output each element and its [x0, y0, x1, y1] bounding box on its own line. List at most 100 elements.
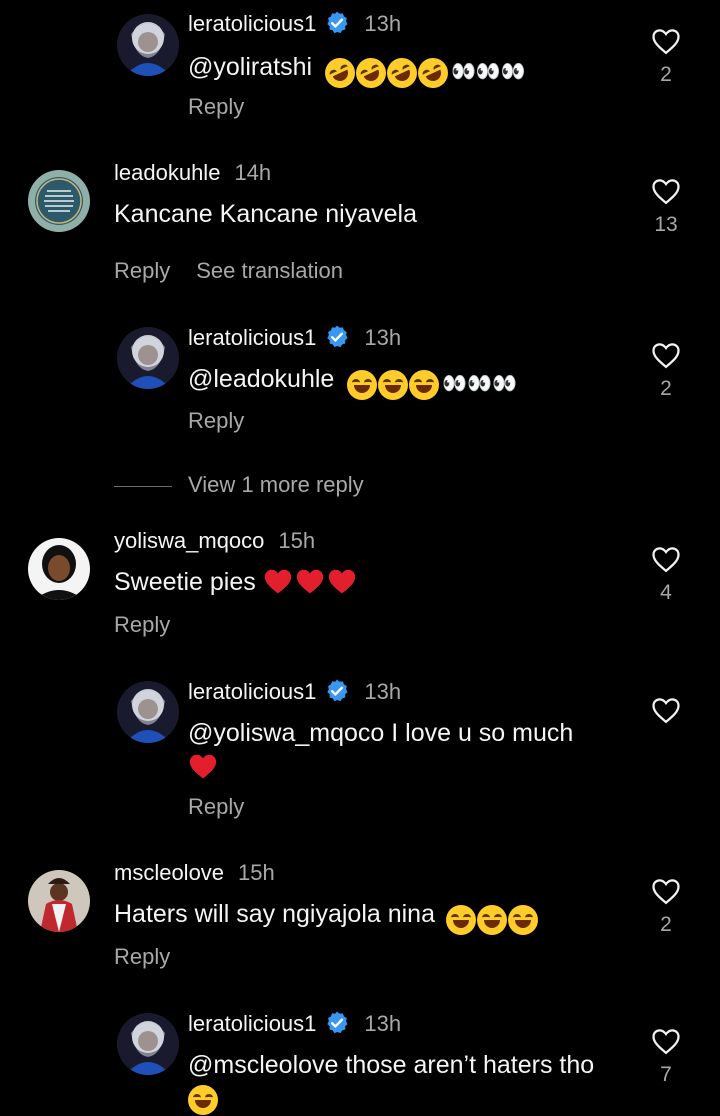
tears-of-joy-emoji-icon	[378, 370, 409, 401]
verified-badge-icon	[324, 1010, 350, 1036]
comment-header: leratolicious1 13h	[188, 678, 401, 705]
timestamp: 14h	[234, 160, 272, 185]
timestamp: 13h	[364, 11, 402, 36]
username[interactable]: leratolicious1	[188, 1011, 316, 1036]
like-count: 13	[654, 213, 678, 236]
like-control: 4	[646, 545, 686, 605]
reply-button[interactable]: Reply	[188, 408, 244, 433]
like-control: 2	[646, 877, 686, 937]
comment-header: mscleolove 15h	[114, 860, 275, 886]
comment-text: @yoliratshi 👀👀👀	[188, 50, 526, 94]
tears-of-joy-emoji-icon	[188, 1085, 218, 1116]
username[interactable]: leratolicious1	[188, 679, 316, 704]
like-control: 2	[646, 27, 686, 87]
heart-outline-icon[interactable]	[651, 341, 681, 369]
comment-body: those aren’t haters tho	[338, 1051, 595, 1079]
username[interactable]: leratolicious1	[188, 11, 316, 36]
like-control: 2	[646, 341, 686, 401]
mention-link[interactable]: @leadokuhle	[188, 365, 334, 393]
comment-text: @mscleolove those aren’t haters tho	[188, 1048, 638, 1116]
reply-button[interactable]: Reply	[114, 944, 170, 969]
username[interactable]: leratolicious1	[188, 325, 316, 350]
comment-body: Haters will say ngiyajola nina	[114, 900, 435, 928]
emoji-sequence	[445, 902, 539, 936]
reply-button[interactable]: Reply	[114, 258, 170, 283]
emoji-sequence: 👀👀👀	[320, 53, 526, 94]
like-count: 2	[660, 913, 672, 936]
divider	[114, 485, 172, 487]
like-count: 2	[660, 63, 672, 86]
rofl-emoji-icon	[413, 53, 453, 94]
heart-outline-icon[interactable]	[651, 877, 681, 905]
heart-outline-icon[interactable]	[651, 1027, 681, 1055]
username[interactable]: yoliswa_mqoco	[114, 528, 264, 553]
avatar[interactable]	[28, 538, 90, 600]
comment-text: Haters will say ngiyajola nina	[114, 897, 539, 936]
rofl-emoji-icon	[320, 53, 360, 94]
comment-header: yoliswa_mqoco 15h	[114, 528, 315, 554]
heart-outline-icon[interactable]	[651, 27, 681, 55]
view-more-replies-button[interactable]: View 1 more reply	[114, 472, 364, 498]
comment-header: leratolicious1 13h	[188, 324, 401, 351]
heart-outline-icon[interactable]	[651, 696, 681, 724]
red-heart-emoji-icon	[327, 566, 357, 596]
avatar[interactable]	[117, 327, 179, 389]
eyes-emoji-icon: 👀👀👀	[442, 373, 517, 395]
reply-button[interactable]: Reply	[188, 794, 244, 819]
tears-of-joy-emoji-icon	[347, 370, 378, 401]
heart-outline-icon[interactable]	[651, 545, 681, 573]
eyes-emoji-icon: 👀👀👀	[450, 61, 526, 83]
view-more-label: View 1 more reply	[188, 472, 364, 497]
comment-header: leratolicious1 13h	[188, 10, 401, 37]
rofl-emoji-icon	[351, 53, 391, 94]
mention-link[interactable]: @yoliratshi	[188, 53, 312, 81]
comment-text: Kancane Kancane niyavela	[114, 200, 418, 228]
like-control: 13	[646, 177, 686, 237]
comment-actions: Reply	[114, 612, 196, 638]
comment-actions: Reply	[188, 94, 270, 120]
like-count: 7	[660, 1063, 672, 1086]
red-heart-emoji-icon	[263, 566, 293, 596]
like-control: 7	[646, 1027, 686, 1087]
avatar[interactable]	[28, 170, 90, 232]
comment-actions: Reply	[114, 944, 196, 970]
avatar[interactable]	[117, 14, 179, 76]
verified-badge-icon	[324, 10, 350, 36]
like-count: 2	[660, 377, 672, 400]
avatar[interactable]	[117, 1013, 179, 1075]
timestamp: 13h	[364, 1011, 402, 1036]
timestamp: 15h	[238, 860, 275, 885]
see-translation-button[interactable]: See translation	[196, 258, 343, 283]
comment-body: Sweetie pies	[114, 568, 256, 596]
comment-text: Sweetie pies	[114, 565, 359, 599]
like-count: 4	[660, 581, 672, 604]
username[interactable]: leadokuhle	[114, 160, 220, 185]
comment-text: @leadokuhle 👀👀👀	[188, 362, 517, 401]
comment-actions: Reply See translation	[114, 258, 369, 284]
tears-of-joy-emoji-icon	[507, 905, 538, 936]
verified-badge-icon	[324, 324, 350, 350]
verified-badge-icon	[324, 678, 350, 704]
comment-header: leadokuhle 14h	[114, 160, 271, 186]
heart-outline-icon[interactable]	[651, 177, 681, 205]
timestamp: 13h	[364, 325, 402, 350]
username[interactable]: mscleolove	[114, 860, 224, 885]
comment-actions: Reply	[188, 794, 270, 820]
emoji-sequence: 👀👀👀	[347, 367, 517, 401]
red-heart-emoji-icon	[295, 566, 325, 596]
timestamp: 15h	[278, 528, 316, 553]
comment-header: leratolicious1 13h	[188, 1010, 401, 1037]
tears-of-joy-emoji-icon	[476, 905, 507, 936]
comment-text: @yoliswa_mqoco I love u so much	[188, 716, 628, 784]
timestamp: 13h	[364, 679, 402, 704]
avatar[interactable]	[28, 870, 90, 932]
mention-link[interactable]: @yoliswa_mqoco	[188, 719, 384, 747]
mention-link[interactable]: @mscleolove	[188, 1051, 338, 1079]
tears-of-joy-emoji-icon	[409, 370, 440, 401]
avatar[interactable]	[117, 681, 179, 743]
red-heart-emoji-icon	[188, 751, 218, 781]
reply-button[interactable]: Reply	[188, 94, 244, 119]
comment-actions: Reply	[188, 408, 270, 434]
comment-body: I love u so much	[384, 719, 574, 747]
reply-button[interactable]: Reply	[114, 612, 170, 637]
